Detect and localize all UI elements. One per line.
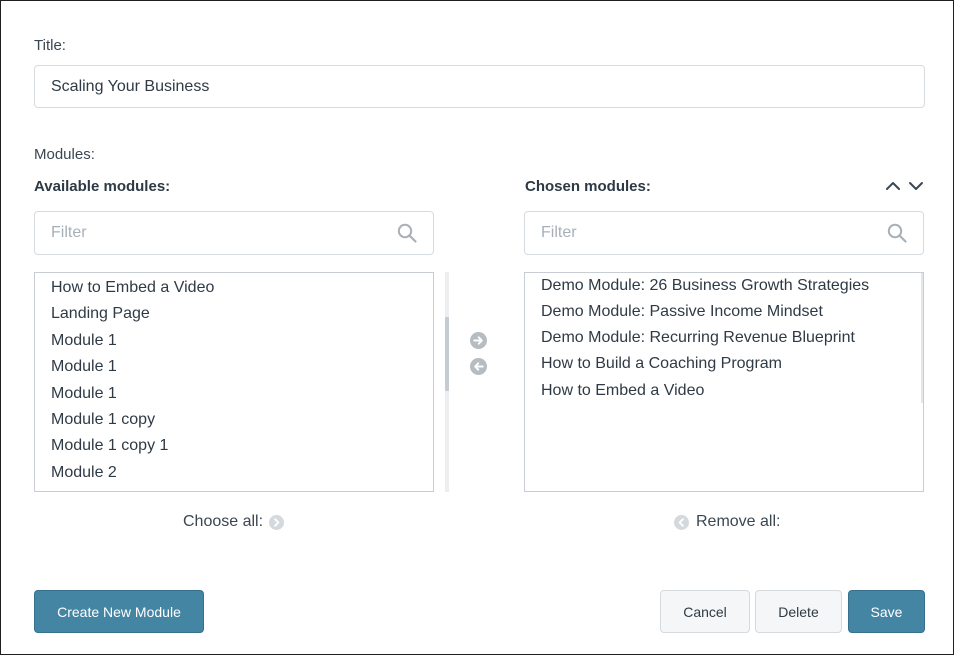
list-item[interactable]: How to Embed a Video	[541, 382, 704, 400]
list-item[interactable]: Module 1	[51, 332, 117, 350]
list-item[interactable]: Demo Module: 26 Business Growth Strategi…	[541, 277, 869, 295]
chosen-list-scrollbar[interactable]	[921, 273, 923, 403]
available-filter-input[interactable]: Filter	[34, 211, 434, 255]
list-item[interactable]: Module 1 copy	[51, 411, 155, 429]
list-item[interactable]: Demo Module: Passive Income Mindset	[541, 303, 823, 321]
chosen-modules-list[interactable]: Demo Module: 26 Business Growth Strategi…	[524, 272, 924, 492]
remove-all-label[interactable]: Remove all:	[696, 513, 780, 531]
list-item[interactable]: Landing Page	[51, 305, 150, 323]
available-modules-heading: Available modules:	[34, 178, 171, 195]
save-button[interactable]: Save	[848, 590, 925, 633]
delete-button[interactable]: Delete	[755, 590, 842, 633]
scrollbar-thumb[interactable]	[445, 317, 449, 391]
list-item[interactable]: Module 1 copy 1	[51, 437, 168, 455]
list-item[interactable]: How to Build a Coaching Program	[541, 355, 782, 373]
chosen-modules-heading: Chosen modules:	[525, 178, 651, 195]
arrow-right-circle-icon[interactable]	[470, 332, 487, 349]
search-icon	[397, 223, 417, 243]
modules-label: Modules:	[34, 146, 95, 163]
arrow-left-circle-icon[interactable]	[470, 358, 487, 375]
choose-all-label[interactable]: Choose all:	[183, 513, 263, 531]
choose-all-arrow-icon[interactable]	[269, 515, 284, 530]
list-item[interactable]: Module 1	[51, 358, 117, 376]
title-label: Title:	[34, 37, 66, 54]
chevron-up-icon[interactable]	[885, 180, 901, 192]
module-form-window: Title: Scaling Your Business Modules: Av…	[0, 0, 954, 655]
available-list-scrollbar[interactable]	[445, 272, 449, 492]
available-filter-placeholder: Filter	[51, 224, 87, 241]
search-icon	[887, 223, 907, 243]
remove-all-arrow-icon[interactable]	[674, 515, 689, 530]
cancel-button[interactable]: Cancel	[660, 590, 750, 633]
list-item[interactable]: Module 2	[51, 464, 117, 482]
list-item[interactable]: Module 1	[51, 385, 117, 403]
list-item[interactable]: How to Embed a Video	[51, 279, 214, 297]
chosen-filter-placeholder: Filter	[541, 224, 577, 241]
create-new-module-button[interactable]: Create New Module	[34, 590, 204, 633]
chosen-filter-input[interactable]: Filter	[524, 211, 924, 255]
available-modules-list[interactable]: How to Embed a Video Landing Page Module…	[34, 272, 434, 492]
chevron-down-icon[interactable]	[908, 180, 924, 192]
title-input[interactable]: Scaling Your Business	[34, 65, 925, 108]
list-item[interactable]: Demo Module: Recurring Revenue Blueprint	[541, 329, 855, 347]
